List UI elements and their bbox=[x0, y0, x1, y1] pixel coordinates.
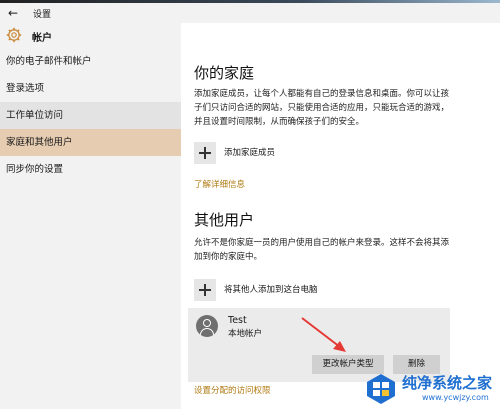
title-bar: ← 设置 bbox=[0, 3, 500, 23]
learn-more-link[interactable]: 了解详细信息 bbox=[194, 178, 245, 190]
gear-icon bbox=[6, 27, 22, 43]
assigned-access-link[interactable]: 设置分配的访问权限 bbox=[194, 384, 271, 396]
family-heading: 你的家庭 bbox=[194, 64, 255, 82]
plus-icon bbox=[194, 279, 216, 301]
sidebar-item-sign-in-options[interactable]: 登录选项 bbox=[0, 75, 181, 102]
user-name: Test bbox=[228, 315, 247, 326]
user-avatar-icon bbox=[196, 315, 218, 337]
plus-icon bbox=[194, 142, 216, 164]
other-users-description: 允许不是你家庭一员的用户使用自己的帐户来登录。这样不会将其添加到你的家庭中。 bbox=[194, 238, 450, 262]
sidebar-item-email-accounts[interactable]: 你的电子邮件和帐户 bbox=[0, 48, 181, 75]
sidebar-header: 帐户 bbox=[0, 23, 181, 49]
family-description: 添加家庭成员，让每个人都能有自己的登录信息和桌面。你可以让孩子们只访问合适的网站… bbox=[194, 89, 450, 127]
watermark: 纯净系统之家 www.ycwjzy.com bbox=[362, 369, 500, 409]
sidebar-title: 帐户 bbox=[32, 33, 52, 44]
watermark-name: 纯净系统之家 bbox=[402, 374, 493, 392]
sidebar-item-sync-settings[interactable]: 同步你的设置 bbox=[0, 156, 181, 183]
add-other-user-label: 将其他人添加到这台电脑 bbox=[224, 285, 318, 295]
other-users-heading: 其他用户 bbox=[194, 211, 255, 229]
sidebar: 帐户 你的电子邮件和帐户 登录选项 工作单位访问 家庭和其他用户 同步你的设置 bbox=[0, 23, 181, 409]
sidebar-item-family-other-users[interactable]: 家庭和其他用户 bbox=[0, 129, 181, 156]
watermark-logo-icon bbox=[367, 374, 395, 404]
watermark-url: www.ycwjzy.com bbox=[422, 393, 489, 402]
sidebar-item-work-access[interactable]: 工作单位访问 bbox=[0, 102, 181, 129]
main-content: 你的家庭 添加家庭成员，让每个人都能有自己的登录信息和桌面。你可以让孩子们只访问… bbox=[181, 23, 500, 409]
window-title: 设置 bbox=[33, 10, 52, 20]
add-family-member-label: 添加家庭成员 bbox=[224, 148, 276, 158]
user-account-type: 本地帐户 bbox=[228, 329, 263, 339]
back-arrow-icon[interactable]: ← bbox=[8, 6, 18, 20]
